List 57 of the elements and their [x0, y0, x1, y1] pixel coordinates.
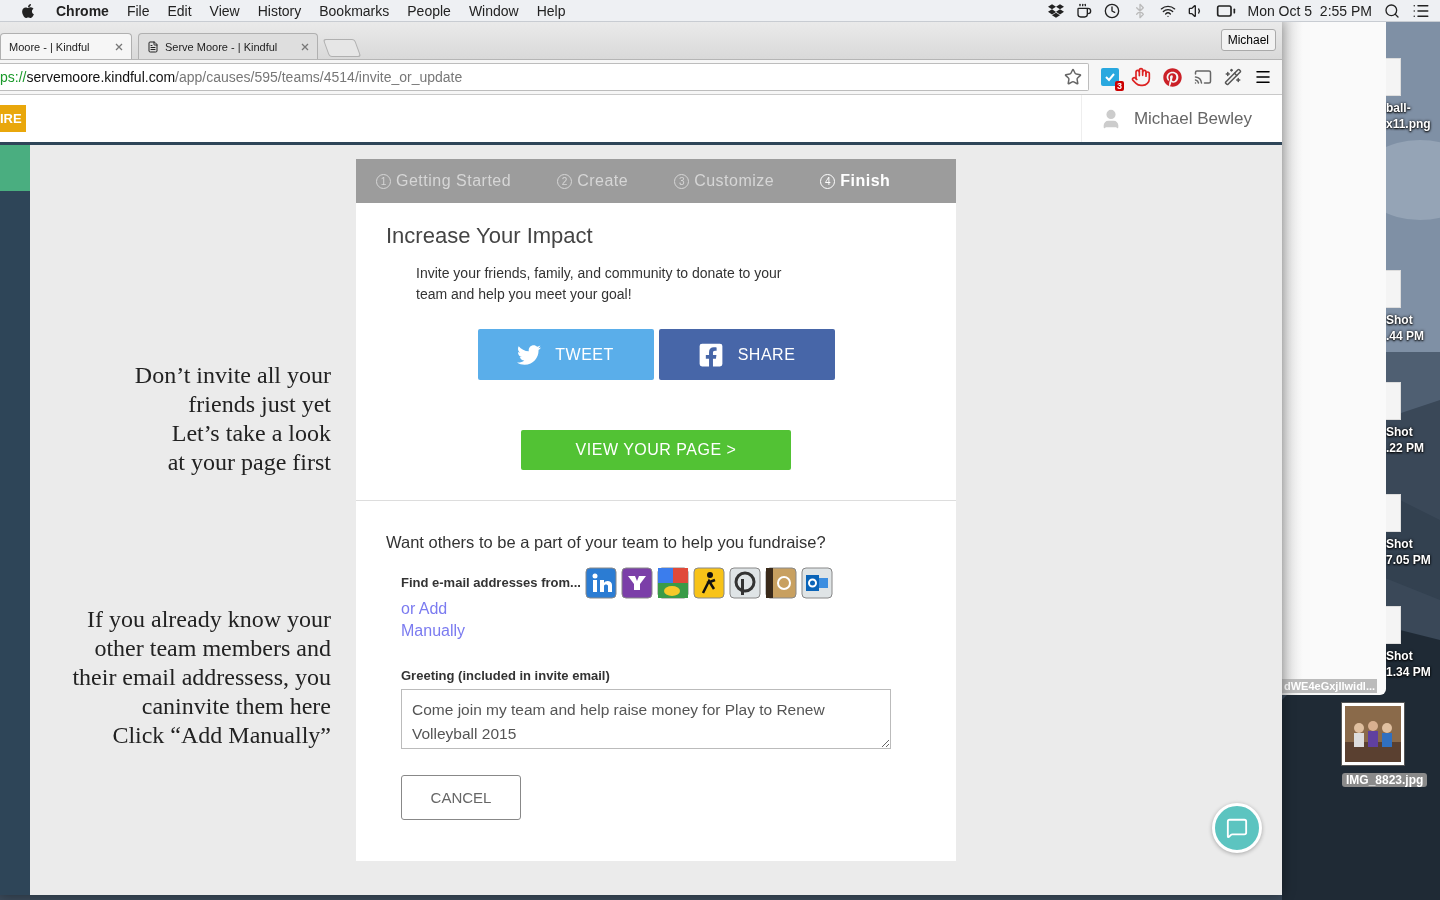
menu-item[interactable]: People: [407, 2, 451, 19]
find-label: Find e-mail addresses from...: [401, 574, 581, 590]
contact-source-icon[interactable]: [692, 566, 725, 599]
menu-item[interactable]: View: [209, 2, 240, 19]
contact-source-icon[interactable]: [764, 566, 797, 599]
file-name[interactable]: Shot 1.34 PM: [1386, 648, 1431, 680]
menu-item[interactable]: File: [126, 2, 150, 19]
apple-icon[interactable]: [20, 2, 36, 19]
greeting-field[interactable]: Come join my team and help raise money for Play to Renew Volleyball 2015: [401, 688, 891, 749]
wand-icon[interactable]: [1224, 68, 1242, 86]
bird-icon: [517, 342, 542, 367]
section-title: Increase Your Impact: [386, 223, 594, 249]
annotation-text: Don’t invite all your friends just yet Let’s take a look at your page first: [133, 361, 331, 477]
team-question: Want others to be a part of your team to help you fundraise?: [386, 533, 827, 552]
contact-source-icon[interactable]: [620, 566, 653, 599]
intro-text: Invite your friends, family, and community to donate to your team and help you meet your goal!: [416, 264, 783, 304]
chat-icon: [1226, 817, 1248, 839]
menubar-clock[interactable]: Mon Oct 5 2:55 PM: [1247, 2, 1372, 19]
cancel-button[interactable]: CANCEL: [401, 774, 521, 820]
search-icon[interactable]: [1384, 2, 1400, 19]
cup-icon[interactable]: [1075, 2, 1092, 19]
checkbox-extension-icon[interactable]: [1101, 68, 1119, 86]
star-icon[interactable]: [1064, 68, 1082, 86]
file-thumbnail-icon[interactable]: [1386, 382, 1401, 420]
user-name[interactable]: Michael Bewley: [1133, 108, 1252, 129]
close-icon[interactable]: [301, 42, 309, 51]
cast-icon[interactable]: [1194, 68, 1212, 86]
menu-icon[interactable]: [1254, 68, 1272, 86]
address-bar[interactable]: ps://servemoore.kindful.com/app/causes/595/teams/4514/invite_or_update: [0, 63, 1089, 91]
count-badge: 3: [1115, 81, 1124, 91]
file-name[interactable]: Shot .22 PM: [1386, 424, 1424, 456]
file-thumbnail-icon[interactable]: [1386, 270, 1401, 308]
menu-item[interactable]: Window: [468, 2, 519, 19]
stop-hand-icon[interactable]: [1131, 67, 1151, 87]
browser-tab[interactable]: Serve Moore - | Kindful: [138, 33, 318, 59]
menu-item[interactable]: Bookmarks: [319, 2, 390, 19]
menu-item[interactable]: History: [257, 2, 302, 19]
menu-item[interactable]: Help: [536, 2, 566, 19]
menu-item[interactable]: Chrome: [56, 2, 109, 19]
file-name: dWE4eGxjIlwidl...: [1282, 679, 1378, 693]
facebook-icon: [697, 341, 724, 368]
open-box-icon[interactable]: [1047, 2, 1064, 19]
share-button[interactable]: SHARE: [658, 329, 835, 380]
menu-item[interactable]: Edit: [167, 2, 192, 19]
pinterest-icon[interactable]: [1163, 67, 1182, 87]
file-thumbnail-icon[interactable]: [1386, 58, 1401, 96]
annotation-text: If you already know your other team members and their email addressess, you caninvite them here Click “Add Manually”: [71, 605, 331, 750]
page-icon: [147, 40, 159, 53]
field-label: Greeting (included in invite email): [401, 667, 611, 683]
file-thumbnail-icon[interactable]: [1386, 606, 1401, 644]
file-name[interactable]: Shot 7.05 PM: [1386, 536, 1431, 568]
close-icon[interactable]: [115, 42, 123, 51]
browser-tab[interactable]: Moore - | Kindful: [0, 33, 132, 59]
file-thumbnail-icon[interactable]: [1386, 494, 1401, 532]
contact-source-icon[interactable]: [728, 566, 761, 599]
profile-button[interactable]: Michael: [1220, 29, 1276, 51]
clock-icon[interactable]: [1103, 2, 1120, 19]
